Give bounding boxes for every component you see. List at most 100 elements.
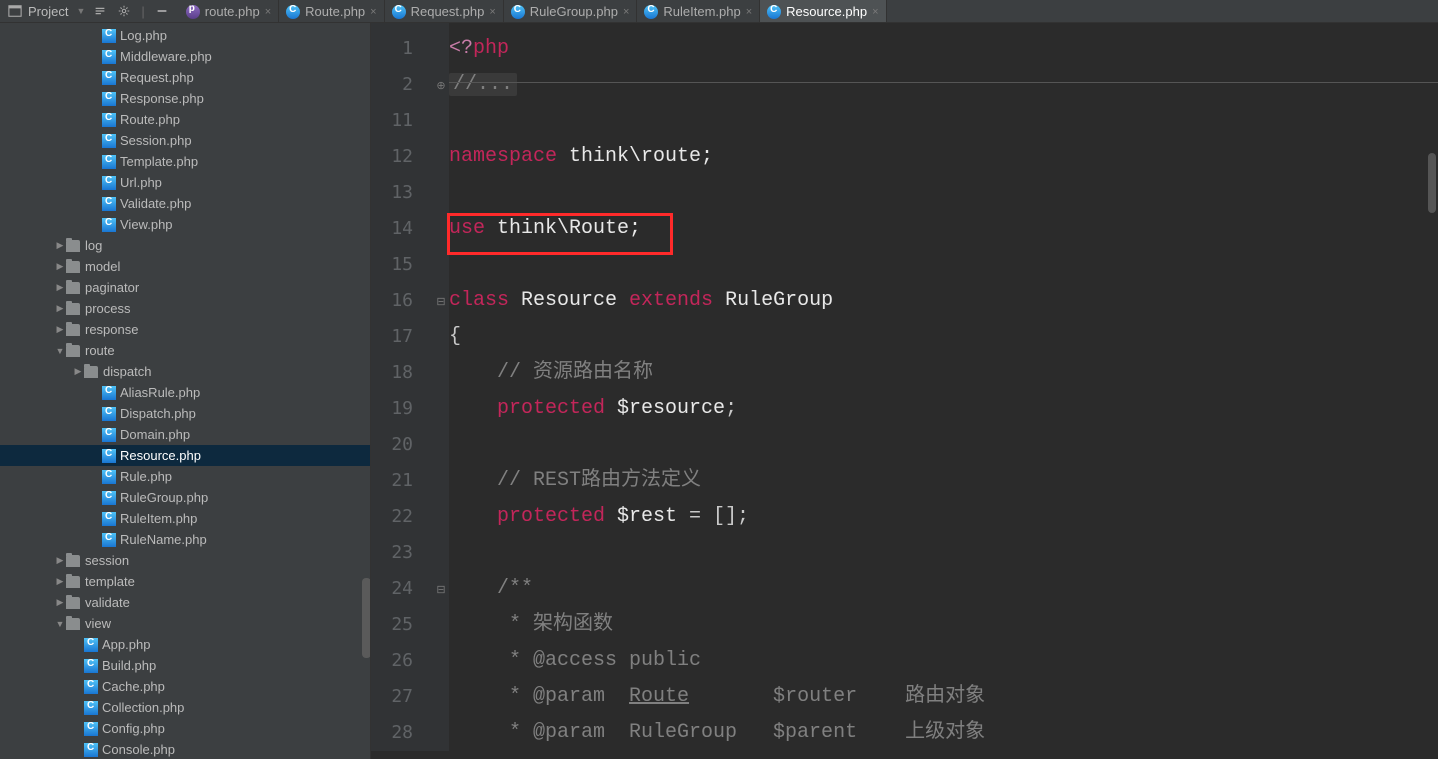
folder-dispatch[interactable]: ▶dispatch — [0, 361, 370, 382]
file-Validate-php[interactable]: Validate.php — [0, 193, 370, 214]
folder-session[interactable]: ▶session — [0, 550, 370, 571]
chevron-icon[interactable]: ▶ — [54, 282, 66, 293]
code-editor[interactable]: 12111213141516171819202122232425262728 ⊕… — [371, 23, 1438, 759]
file-AliasRule-php[interactable]: AliasRule.php — [0, 382, 370, 403]
chevron-icon[interactable]: ▶ — [54, 261, 66, 272]
fold-marker[interactable] — [433, 463, 449, 499]
folder-paginator[interactable]: ▶paginator — [0, 277, 370, 298]
tab-label: Request.php — [411, 4, 485, 19]
file-RuleName-php[interactable]: RuleName.php — [0, 529, 370, 550]
chevron-icon[interactable]: ▶ — [54, 576, 66, 587]
close-icon[interactable]: × — [370, 6, 376, 18]
close-icon[interactable]: × — [746, 6, 752, 18]
file-Log-php[interactable]: Log.php — [0, 25, 370, 46]
fold-marker[interactable] — [433, 427, 449, 463]
folder-route[interactable]: ▼route — [0, 340, 370, 361]
folder-process[interactable]: ▶process — [0, 298, 370, 319]
line-number: 25 — [371, 607, 433, 643]
file-Response-php[interactable]: Response.php — [0, 88, 370, 109]
fold-marker[interactable] — [433, 211, 449, 247]
file-Domain-php[interactable]: Domain.php — [0, 424, 370, 445]
editor-scrollbar[interactable] — [1428, 153, 1436, 213]
folder-model[interactable]: ▶model — [0, 256, 370, 277]
fold-marker[interactable]: ⊟ — [433, 283, 449, 319]
fold-marker[interactable] — [433, 175, 449, 211]
tab-Route-php[interactable]: Route.php× — [279, 0, 384, 22]
close-icon[interactable]: × — [872, 6, 878, 18]
file-Route-php[interactable]: Route.php — [0, 109, 370, 130]
fold-marker[interactable] — [433, 31, 449, 67]
project-dropdown[interactable]: Project ▼ — [0, 0, 93, 22]
fold-marker[interactable] — [433, 319, 449, 355]
folder-response[interactable]: ▶ response — [0, 319, 370, 340]
tab-Request-php[interactable]: Request.php × — [385, 0, 504, 22]
file-Config-php[interactable]: Config.php — [0, 718, 370, 739]
fold-marker[interactable] — [433, 679, 449, 715]
file-Resource-php[interactable]: Resource.php — [0, 445, 370, 466]
fold-marker[interactable] — [433, 535, 449, 571]
editor-tabs: route.php×Route.php×Request.php×RuleGrou… — [179, 0, 1438, 22]
chevron-icon[interactable]: ▶ — [72, 366, 84, 377]
collapse-icon[interactable] — [93, 4, 107, 18]
fold-column[interactable]: ⊕ ⊟ ⊟ — [433, 23, 449, 751]
fold-marker[interactable] — [433, 391, 449, 427]
close-icon[interactable]: × — [623, 6, 629, 18]
file-RuleItem-php[interactable]: RuleItem.php — [0, 508, 370, 529]
fold-marker[interactable] — [433, 103, 449, 139]
sidebar-scrollbar[interactable] — [362, 578, 371, 658]
file-Console-php[interactable]: Console.php — [0, 739, 370, 759]
file-icon — [84, 680, 98, 694]
project-sidebar[interactable]: Log.phpMiddleware.phpRequest.phpResponse… — [0, 23, 371, 759]
file-App-php[interactable]: App.php — [0, 634, 370, 655]
fold-marker[interactable] — [433, 643, 449, 679]
file-Template-php[interactable]: Template.php — [0, 151, 370, 172]
fold-marker[interactable] — [433, 139, 449, 175]
file-icon — [102, 218, 116, 232]
tree-label: response — [85, 322, 138, 337]
file-Build-php[interactable]: Build.php — [0, 655, 370, 676]
file-RuleGroup-php[interactable]: RuleGroup.php — [0, 487, 370, 508]
minimize-icon[interactable] — [155, 4, 169, 18]
fold-marker[interactable]: ⊕ — [433, 67, 449, 103]
fold-marker[interactable] — [433, 715, 449, 751]
file-View-php[interactable]: View.php — [0, 214, 370, 235]
chevron-icon[interactable]: ▶ — [54, 303, 66, 314]
code-body[interactable]: <?php //... namespace think\route; use t… — [449, 23, 1438, 751]
chevron-icon[interactable]: ▼ — [54, 346, 66, 356]
fold-marker[interactable]: ⊟ — [433, 571, 449, 607]
file-Dispatch-php[interactable]: Dispatch.php — [0, 403, 370, 424]
chevron-icon[interactable]: ▶ — [54, 555, 66, 566]
tab-Resource-php[interactable]: Resource.php× — [760, 0, 886, 22]
file-Session-php[interactable]: Session.php — [0, 130, 370, 151]
close-icon[interactable]: × — [265, 6, 271, 18]
fold-marker[interactable] — [433, 355, 449, 391]
file-icon — [102, 449, 116, 463]
file-Collection-php[interactable]: Collection.php — [0, 697, 370, 718]
file-Middleware-php[interactable]: Middleware.php — [0, 46, 370, 67]
chevron-icon[interactable]: ▶ — [54, 240, 66, 251]
tree-label: log — [85, 238, 102, 253]
file-Rule-php[interactable]: Rule.php — [0, 466, 370, 487]
folder-template[interactable]: ▶template — [0, 571, 370, 592]
folder-log[interactable]: ▶ log — [0, 235, 370, 256]
close-icon[interactable]: × — [489, 6, 495, 18]
fold-marker[interactable] — [433, 247, 449, 283]
tree-label: Route.php — [120, 112, 180, 127]
folder-view[interactable]: ▼view — [0, 613, 370, 634]
tab-RuleGroup-php[interactable]: RuleGroup.php× — [504, 0, 638, 22]
chevron-icon[interactable]: ▼ — [54, 619, 66, 629]
folder-validate[interactable]: ▶validate — [0, 592, 370, 613]
tab-RuleItem-php[interactable]: RuleItem.php× — [637, 0, 760, 22]
file-Cache-php[interactable]: Cache.php — [0, 676, 370, 697]
file-Url-php[interactable]: Url.php — [0, 172, 370, 193]
fold-marker[interactable] — [433, 499, 449, 535]
tab-route-php[interactable]: route.php× — [179, 0, 279, 22]
fold-marker[interactable] — [433, 607, 449, 643]
chevron-icon[interactable]: ▶ — [54, 597, 66, 608]
folder-icon — [66, 576, 80, 588]
tree-label: RuleName.php — [120, 532, 207, 547]
gear-icon[interactable] — [117, 4, 131, 18]
file-icon — [102, 470, 116, 484]
chevron-icon[interactable]: ▶ — [54, 324, 66, 335]
file-Request-php[interactable]: Request.php — [0, 67, 370, 88]
